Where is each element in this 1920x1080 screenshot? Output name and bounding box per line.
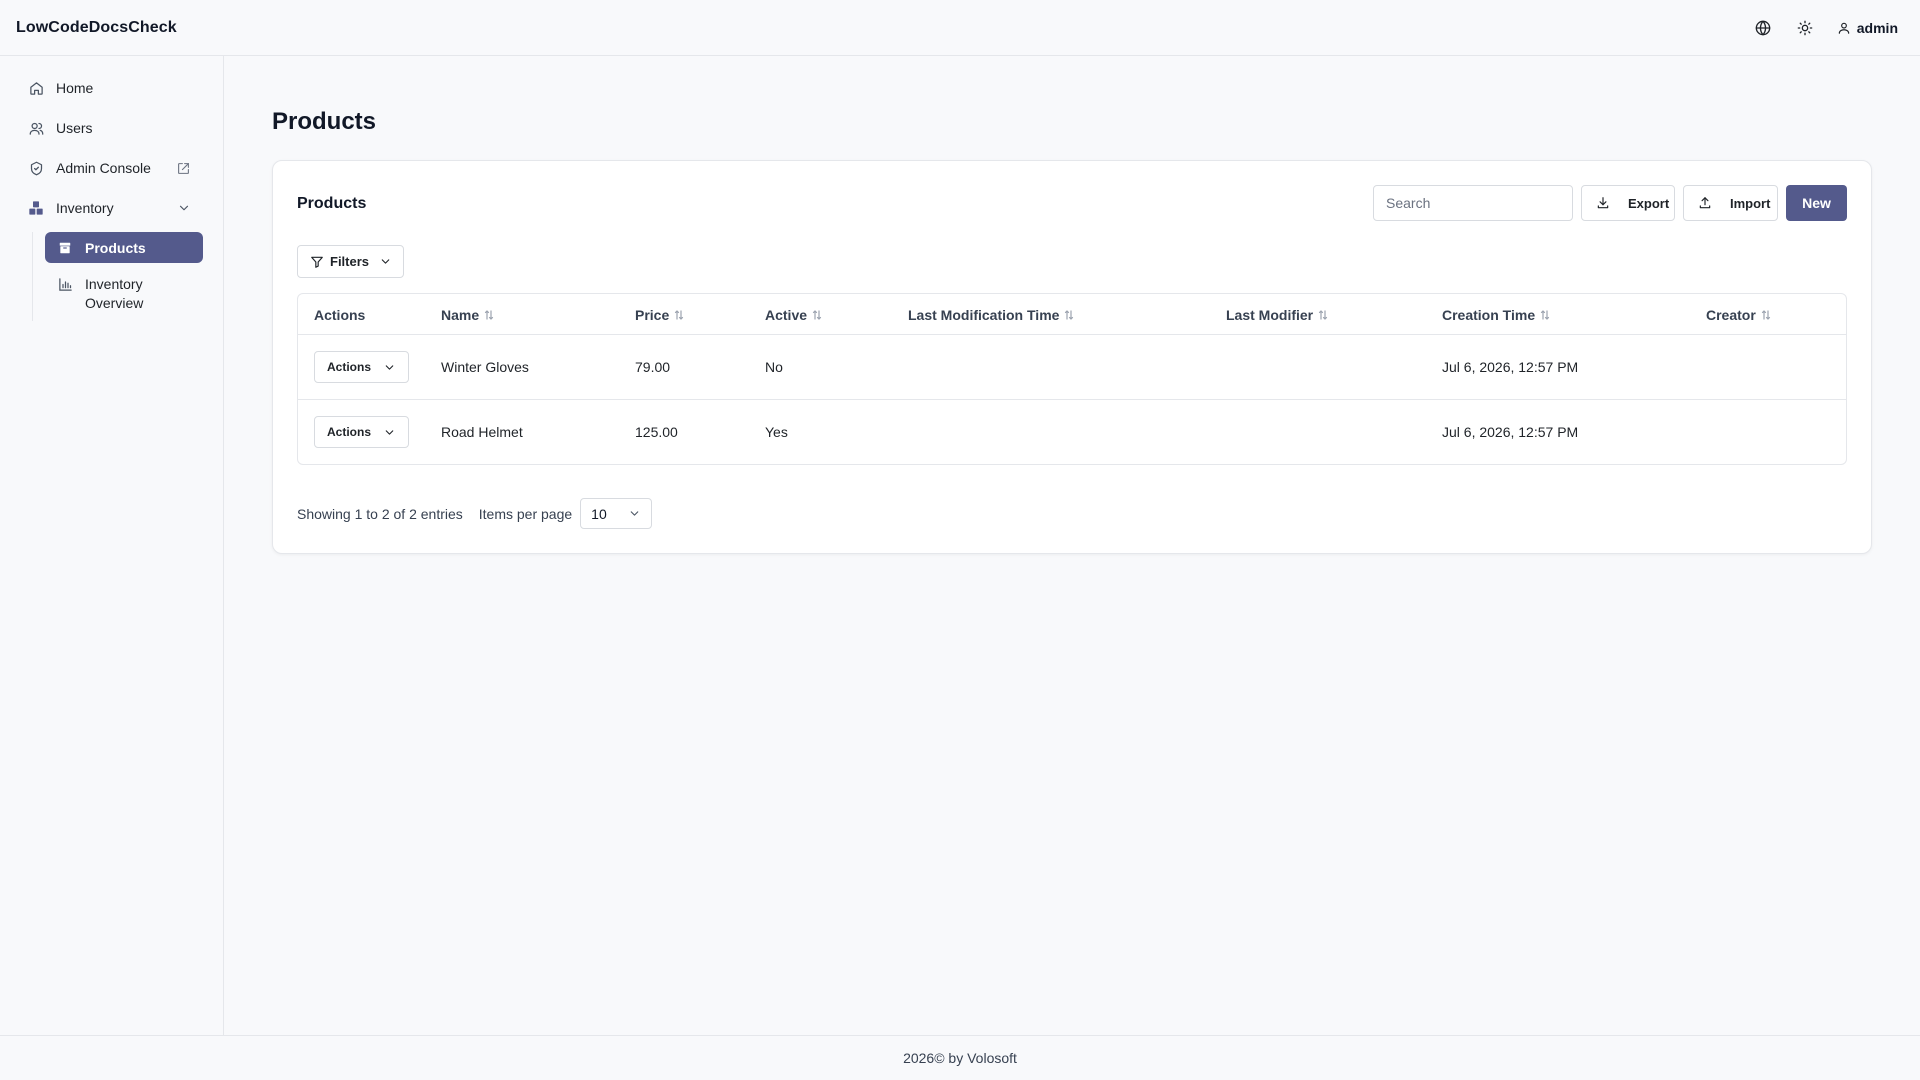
cell-creation-time: Jul 6, 2026, 12:57 PM [1442,359,1579,375]
chevron-down-icon [383,361,396,374]
inventory-subnav: Products Inventory Overview [32,232,223,321]
filter-icon [310,255,324,269]
sidebar-item-label-line1: Inventory [85,276,143,292]
sidebar-item-label: Products [85,239,146,256]
column-header-name[interactable]: Name [441,294,494,335]
footer: 2026© by Volosoft [0,1035,1920,1080]
inventory-icon [28,200,44,216]
sort-icon [674,309,684,321]
sort-icon [812,309,822,321]
user-icon [1837,21,1851,35]
sort-icon [1064,309,1074,321]
page-size-value: 10 [591,505,607,522]
column-header-creation-time[interactable]: Creation Time [1442,294,1550,335]
external-link-icon [177,162,190,175]
sort-icon [1761,309,1771,321]
products-table: Actions Name Price Active Last Modificat… [297,293,1847,465]
row-actions-button[interactable]: Actions [314,416,409,448]
sidebar-item-home[interactable]: Home [0,68,223,108]
upload-icon [1698,196,1712,210]
sidebar: Home Users Admin Console Inventory Produ… [0,56,224,1036]
table-row: Actions Road Helmet 125.00 Yes Jul 6, 20… [298,400,1846,464]
cell-name: Road Helmet [441,424,523,440]
globe-icon[interactable] [1753,18,1773,38]
sidebar-item-label-line2: Overview [85,295,144,311]
sort-icon [484,309,494,321]
search-input[interactable] [1373,185,1573,221]
topbar-actions: admin [1753,18,1904,38]
table-row: Actions Winter Gloves 79.00 No Jul 6, 20… [298,335,1846,400]
column-header-price[interactable]: Price [635,294,684,335]
card-toolbar: Export Import New [1373,185,1847,221]
sidebar-item-users[interactable]: Users [0,108,223,148]
home-icon [28,80,44,96]
cell-active: Yes [765,424,788,440]
footer-text: 2026© by Volosoft [903,1050,1017,1066]
products-card: Products Export Import New Filters [272,160,1872,554]
sidebar-item-inventory-overview[interactable]: Inventory Overview [45,267,203,321]
sort-icon [1540,309,1550,321]
card-title: Products [297,195,367,212]
sidebar-item-label: Admin Console [56,160,151,176]
cell-active: No [765,359,783,375]
page-title: Products [272,108,377,135]
user-name: admin [1856,19,1898,36]
shield-icon [28,160,44,176]
new-button[interactable]: New [1786,185,1847,221]
main-content: Products Products Export Import New [224,56,1920,1035]
sidebar-item-products[interactable]: Products [45,232,203,263]
app-brand[interactable]: LowCodeDocsCheck [16,19,177,37]
export-label: Export [1628,195,1670,211]
chevron-down-icon [379,255,392,268]
sidebar-item-label: Home [56,80,94,96]
import-label: Import [1730,195,1771,211]
chevron-down-icon [628,507,641,520]
box-icon [57,240,73,256]
filters-button[interactable]: Filters [297,245,404,278]
sort-icon [1318,309,1328,321]
cell-name: Winter Gloves [441,359,529,375]
page-size-select[interactable]: 10 [580,498,653,529]
column-header-last-modifier[interactable]: Last Modifier [1226,294,1328,335]
export-button[interactable]: Export [1581,185,1675,221]
cell-price: 125.00 [635,424,678,440]
pagination: Showing 1 to 2 of 2 entries Items per pa… [297,498,653,529]
chevron-down-icon [177,201,191,215]
sidebar-item-inventory[interactable]: Inventory [0,188,223,228]
cell-creation-time: Jul 6, 2026, 12:57 PM [1442,424,1579,440]
column-header-actions: Actions [314,306,366,323]
sidebar-item-label: Inventory [56,200,114,216]
sidebar-item-label: Users [56,120,93,136]
top-bar: LowCodeDocsCheck admin [0,0,1920,56]
entries-summary: Showing 1 to 2 of 2 entries [297,505,463,522]
row-actions-button[interactable]: Actions [314,351,409,383]
cell-price: 79.00 [635,359,671,375]
import-button[interactable]: Import [1683,185,1778,221]
users-icon [28,120,44,136]
sidebar-item-admin-console[interactable]: Admin Console [0,148,223,188]
chevron-down-icon [383,426,396,439]
sun-icon[interactable] [1795,18,1815,38]
download-icon [1596,196,1610,210]
column-header-creator[interactable]: Creator [1706,294,1771,335]
table-header: Actions Name Price Active Last Modificat… [298,294,1846,335]
user-menu[interactable]: admin [1837,20,1898,36]
column-header-last-modification-time[interactable]: Last Modification Time [908,294,1074,335]
chart-icon [57,276,73,292]
column-header-active[interactable]: Active [765,294,822,335]
items-per-page-label: Items per page [478,505,573,522]
filters-label: Filters [330,254,370,269]
